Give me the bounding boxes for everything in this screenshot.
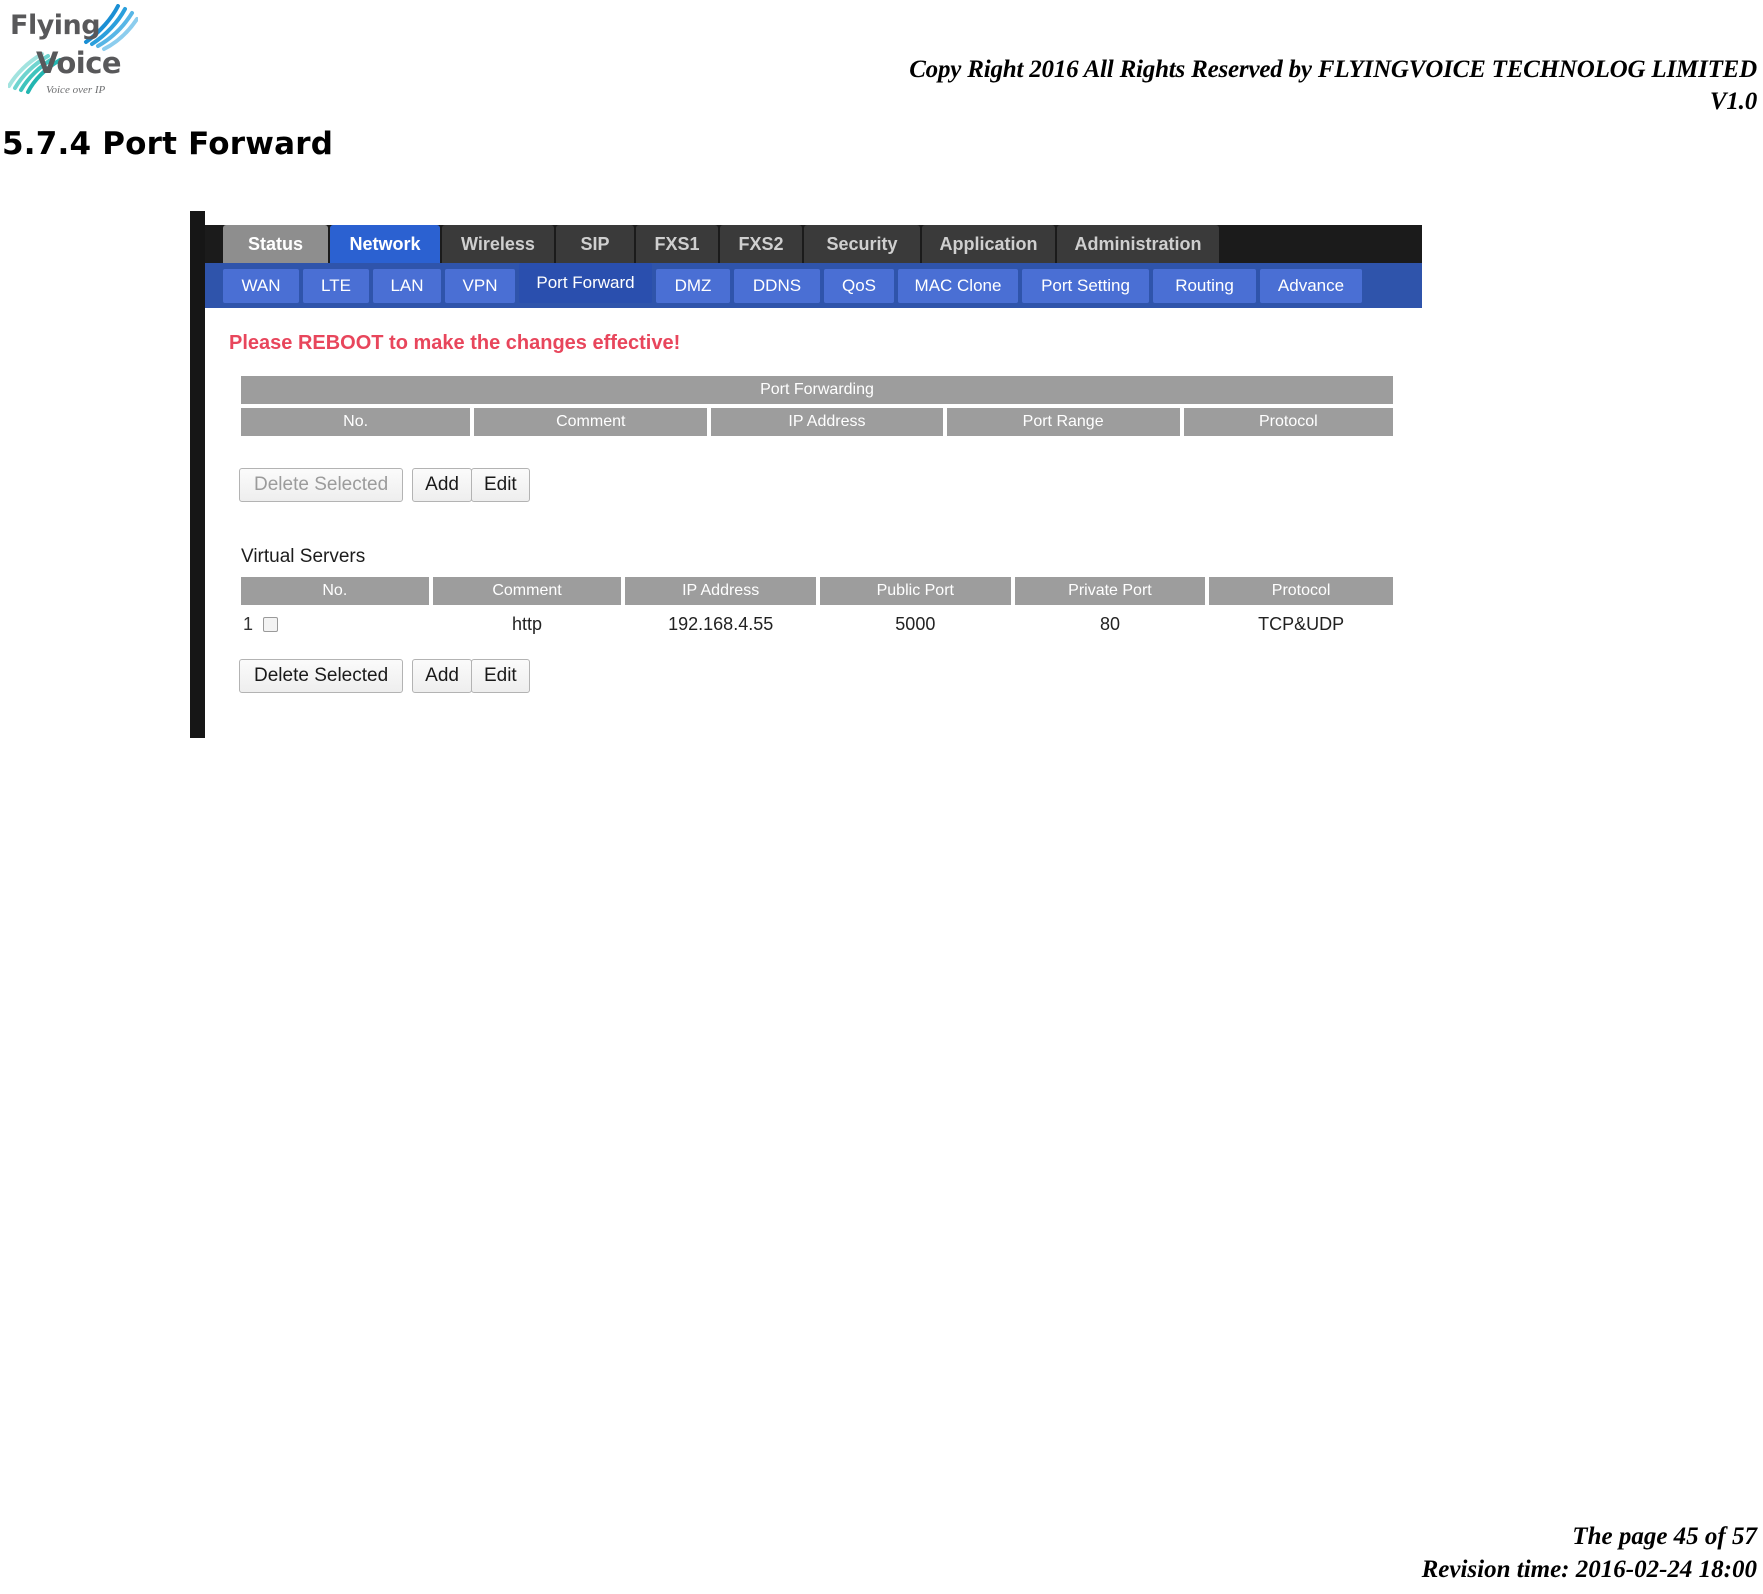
subtab-routing[interactable]: Routing — [1153, 269, 1256, 303]
cell-private-port: 80 — [1099, 613, 1120, 634]
row-select-checkbox[interactable] — [263, 616, 279, 632]
tab-fxs1[interactable]: FXS1 — [636, 225, 718, 263]
subtab-qos[interactable]: QoS — [824, 269, 894, 303]
vs-delete-selected-button[interactable]: Delete Selected — [239, 659, 404, 693]
col-ip-address: IP Address — [625, 577, 816, 605]
pf-add-button[interactable]: Add — [412, 468, 472, 502]
tab-sip[interactable]: SIP — [556, 225, 634, 263]
vs-edit-button[interactable]: Edit — [470, 659, 530, 693]
page-content: Please REBOOT to make the changes effect… — [205, 308, 1422, 738]
router-ui-body: Status Network Wireless SIP FXS1 FXS2 Se… — [205, 211, 1422, 738]
pf-delete-selected-button[interactable]: Delete Selected — [239, 468, 404, 502]
tab-status[interactable]: Status — [223, 225, 328, 263]
vs-add-button[interactable]: Add — [412, 659, 472, 693]
virtual-servers-actions: Delete Selected Add Edit — [239, 659, 530, 693]
subtab-lte[interactable]: LTE — [303, 269, 369, 303]
cell-protocol: TCP&UDP — [1258, 613, 1345, 634]
col-private-port: Private Port — [1014, 577, 1206, 605]
tab-security[interactable]: Security — [804, 225, 920, 263]
table-row: 1 http 192.168.4.55 5000 80 TCP&UDP — [241, 609, 1393, 639]
logo-text-voice: Voice — [36, 46, 122, 80]
tab-administration[interactable]: Administration — [1057, 225, 1219, 263]
virtual-servers-table: No. Comment IP Address Public Port Priva… — [241, 573, 1393, 639]
cell-public-port: 5000 — [895, 613, 936, 634]
cell-no: 1 — [241, 609, 429, 639]
cell-comment: http — [512, 613, 543, 634]
col-comment: Comment — [474, 408, 708, 436]
subtab-lan[interactable]: LAN — [373, 269, 441, 303]
col-port-range: Port Range — [946, 408, 1180, 436]
footer-page-number: The page 45 of 57 — [1572, 1523, 1757, 1550]
tab-network[interactable]: Network — [330, 225, 440, 263]
port-forwarding-header-row: No. Comment IP Address Port Range Protoc… — [241, 408, 1393, 436]
col-no: No. — [241, 408, 471, 436]
screenshot-left-edge — [190, 211, 205, 738]
flyingvoice-logo: Flying Voice Voice over IP — [8, 4, 138, 109]
document-footer: The page 45 of 57 Revision time: 2016-02… — [1422, 1521, 1757, 1586]
port-forwarding-table: Port Forwarding No. Comment IP Address P… — [241, 376, 1393, 436]
virtual-servers-title: Virtual Servers — [241, 546, 366, 567]
row-number: 1 — [243, 613, 254, 634]
subtab-wan[interactable]: WAN — [223, 269, 299, 303]
tab-wireless[interactable]: Wireless — [442, 225, 554, 263]
footer-revision-time: Revision time: 2016-02-24 18:00 — [1421, 1555, 1757, 1583]
logo-tagline: Voice over IP — [46, 84, 106, 96]
subtab-port-setting[interactable]: Port Setting — [1022, 269, 1149, 303]
main-navigation: Status Network Wireless SIP FXS1 FXS2 Se… — [205, 225, 1422, 263]
version-text: V1.0 — [1709, 88, 1757, 115]
page-title: 5.7.4 Port Forward — [2, 126, 334, 162]
tab-fxs2[interactable]: FXS2 — [720, 225, 802, 263]
subtab-mac-clone[interactable]: MAC Clone — [898, 269, 1018, 303]
port-forwarding-title: Port Forwarding — [241, 376, 1393, 404]
subtab-advance[interactable]: Advance — [1260, 269, 1362, 303]
subtab-port-forward[interactable]: Port Forward — [519, 263, 652, 303]
subtab-ddns[interactable]: DDNS — [734, 269, 820, 303]
pf-edit-button[interactable]: Edit — [470, 468, 530, 502]
col-protocol: Protocol — [1183, 408, 1393, 436]
col-comment: Comment — [432, 577, 622, 605]
router-web-ui-screenshot: Status Network Wireless SIP FXS1 FXS2 Se… — [190, 211, 1422, 738]
col-protocol: Protocol — [1209, 577, 1393, 605]
virtual-servers-header-row: No. Comment IP Address Public Port Priva… — [241, 577, 1393, 605]
sub-navigation: WAN LTE LAN VPN Port Forward DMZ DDNS Qo… — [205, 263, 1422, 308]
copyright-text: Copy Right 2016 All Rights Reserved by F… — [909, 56, 1757, 83]
copyright-block: Copy Right 2016 All Rights Reserved by F… — [909, 54, 1757, 118]
reboot-notice: Please REBOOT to make the changes effect… — [229, 332, 681, 354]
cell-ip-address: 192.168.4.55 — [668, 613, 774, 634]
document-header: Flying Voice Voice over IP Copy Right 20… — [0, 0, 1763, 135]
port-forwarding-actions: Delete Selected Add Edit — [239, 468, 530, 502]
subtab-dmz[interactable]: DMZ — [656, 269, 730, 303]
tab-application[interactable]: Application — [922, 225, 1055, 263]
logo-text-flying: Flying — [10, 10, 101, 41]
col-ip-address: IP Address — [711, 408, 943, 436]
col-public-port: Public Port — [819, 577, 1011, 605]
subtab-vpn[interactable]: VPN — [445, 269, 515, 303]
col-no: No. — [241, 577, 429, 605]
